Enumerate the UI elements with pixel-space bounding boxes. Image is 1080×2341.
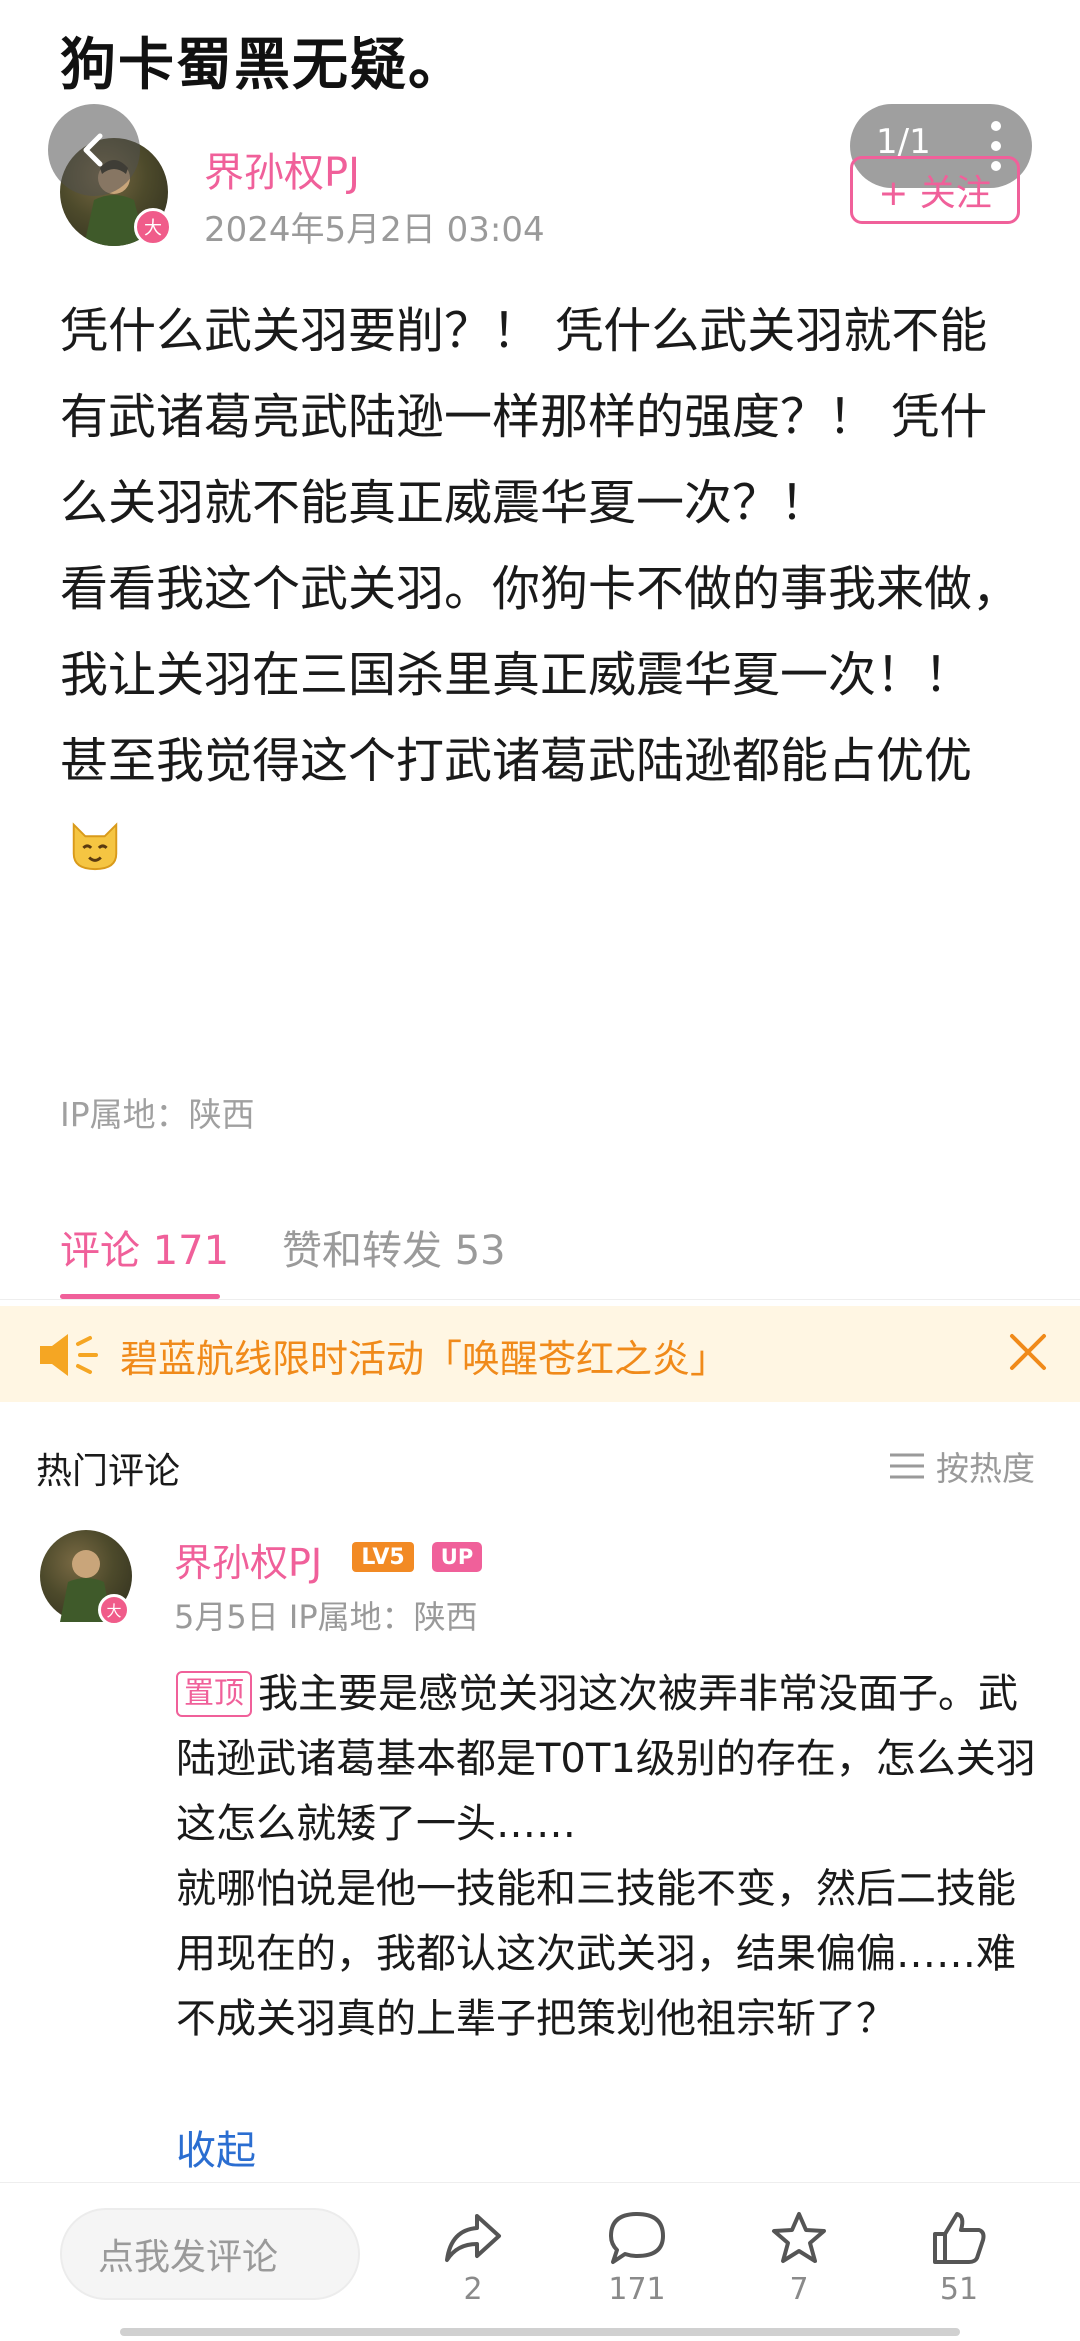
- up-badge: UP: [432, 1542, 482, 1572]
- author-name[interactable]: 界孙权PJ: [204, 140, 360, 198]
- like-count: 51: [939, 2272, 979, 2307]
- post-paragraph: 看看我这个武关羽。你狗卡不做的事我来做，我让关羽在三国杀里真正威震华夏一次！！: [60, 561, 1021, 703]
- cat-emoji-icon: [72, 822, 118, 871]
- comment-button[interactable]: 171: [582, 2210, 692, 2320]
- home-indicator: [120, 2328, 960, 2336]
- comment-meta: 5月5日 IP属地：陕西: [174, 1598, 478, 1636]
- speaker-icon: [40, 1334, 98, 1376]
- comment-count: 171: [608, 2272, 666, 2307]
- chevron-left-icon: [83, 133, 103, 167]
- divider: [0, 1299, 1080, 1300]
- post-ip-location: IP属地：陕西: [60, 1095, 255, 1134]
- back-button[interactable]: [48, 104, 140, 196]
- commenter-name[interactable]: 界孙权PJ: [174, 1532, 322, 1587]
- favorite-count: 7: [789, 2272, 809, 2307]
- sort-button[interactable]: 按热度: [888, 1442, 1035, 1490]
- post-paragraph-text: 甚至我觉得这个打武诸葛武陆逊都能占优: [60, 733, 925, 789]
- share-icon: [445, 2214, 501, 2262]
- level-badge: LV5: [352, 1542, 414, 1572]
- share-count: 2: [463, 2272, 483, 2307]
- sort-lines-icon: [890, 1453, 924, 1479]
- comment-content: 置顶 我主要是感觉关羽这次被弄非常没面子。武陆逊武诸葛基本都是T0T1级别的存在，…: [176, 1662, 1036, 2052]
- post-paragraph: 甚至我觉得这个打武诸葛武陆逊都能占优优: [60, 718, 1020, 890]
- avatar-level-badge: 大: [98, 1594, 130, 1626]
- comment-paragraph: 就哪怕说是他一技能和三技能不变，然后二技能用现在的，我都认这次武关羽，结果偏偏……: [176, 1866, 1016, 2042]
- thumbs-up-icon: [933, 2212, 986, 2264]
- comment-paragraph: 置顶 我主要是感觉关羽这次被弄非常没面子。武陆逊武诸葛基本都是T0T1级别的存在，…: [176, 1662, 1036, 1857]
- collapse-link[interactable]: 收起: [176, 2118, 256, 2176]
- avatar-level-badge: 大: [134, 208, 172, 246]
- pinned-tag: 置顶: [176, 1671, 252, 1717]
- post-date: 2024年5月2日 03:04: [204, 210, 545, 250]
- close-icon[interactable]: [1006, 1330, 1050, 1374]
- tab-comments[interactable]: 评论 171: [60, 1218, 229, 1276]
- share-button[interactable]: 2: [418, 2210, 528, 2320]
- sort-label: 按热度: [936, 1449, 1035, 1488]
- tab-likes-reposts[interactable]: 赞和转发 53: [282, 1218, 506, 1276]
- comment-input[interactable]: 点我发评论: [60, 2208, 360, 2300]
- star-icon: [772, 2212, 826, 2263]
- follow-button[interactable]: + 关注: [850, 156, 1020, 224]
- banner-text[interactable]: 碧蓝航线限时活动「唤醒苍红之炎」: [120, 1328, 728, 1383]
- post-paragraph: 凭什么武关羽要削？！ 凭什么武关羽就不能有武诸葛亮武陆逊一样那样的强度？！ 凭什…: [60, 303, 988, 531]
- hot-comments-title: 热门评论: [36, 1451, 181, 1492]
- comment-bubble-icon: [609, 2212, 665, 2264]
- comment-text: 我主要是感觉关羽这次被弄非常没面子。武陆逊武诸葛基本都是T0T1级别的存在，怎么…: [176, 1671, 1036, 1847]
- favorite-button[interactable]: 7: [744, 2210, 854, 2320]
- like-button[interactable]: 51: [904, 2210, 1014, 2320]
- post-content: 凭什么武关羽要削？！ 凭什么武关羽就不能有武诸葛亮武陆逊一样那样的强度？！ 凭什…: [60, 288, 1020, 890]
- post-title-partial: 狗卡蜀黑无疑。: [60, 33, 466, 98]
